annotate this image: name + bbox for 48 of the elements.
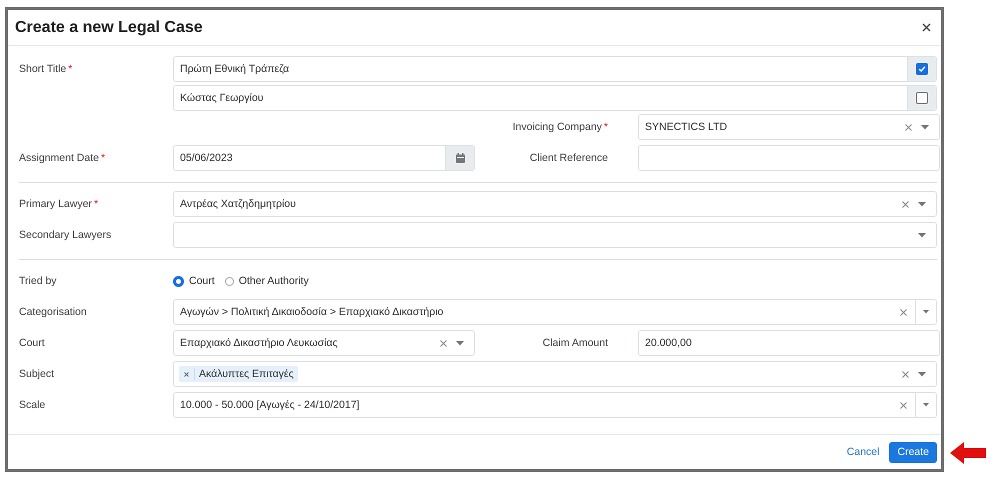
caret-icon[interactable] [923,310,929,314]
dialog-title: Create a new Legal Case [15,18,203,36]
date-field[interactable]: 05/06/2023 [173,145,475,171]
tag-chip[interactable]: Ακάλυπτες Επιταγές [179,366,298,382]
dropdown-field[interactable]: Αγωγών > Πολιτική Δικαιοδοσία > Επαρχιακό Δικαστήριο [173,299,937,325]
field-label: Client Reference [530,152,608,164]
text-field[interactable]: Πρώτη Εθνική Τράπεζα [173,56,937,82]
cancel-link[interactable]: Cancel [846,446,880,458]
field-label: Scale [19,399,46,411]
field-label: Categorisation [19,306,87,318]
close-icon[interactable] [922,23,931,32]
radio-option[interactable]: Other Authority [224,275,309,287]
text-field[interactable] [638,145,940,171]
field-label: Tried by [19,275,57,287]
clear-icon[interactable] [900,308,907,316]
caret-icon[interactable] [921,124,929,130]
caret-icon[interactable] [918,372,926,376]
dropdown-field[interactable]: SYNECTICS LTD [638,114,940,140]
field-label: Invoicing Company * [512,121,608,133]
create-button[interactable]: Create [889,442,937,462]
caret-icon[interactable] [456,340,464,346]
caret-icon[interactable] [923,403,929,407]
caret-icon[interactable] [918,232,926,238]
clear-icon[interactable] [902,370,909,378]
dropdown-field[interactable] [173,222,937,248]
field-label: Subject [19,368,54,380]
field-label: Court [19,337,45,349]
dropdown-field[interactable]: 10.000 - 50.000 [Αγωγές - 24/10/2017] [173,392,937,418]
dropdown-field[interactable]: Αντρέας Χατζηδημητρίου [173,191,937,217]
clear-icon[interactable] [900,402,907,408]
remove-icon[interactable] [184,372,189,376]
tag-select-field[interactable]: Ακάλυπτες Επιταγές [173,361,937,387]
text-field[interactable]: Κώστας Γεωργίου [173,85,937,111]
checkbox[interactable] [916,92,928,104]
checkbox[interactable] [916,63,928,75]
calendar-icon[interactable] [456,153,464,163]
dropdown-field[interactable]: Επαρχιακό Δικαστήριο Λευκωσίας [173,330,475,356]
field-label: Assignment Date * [19,152,106,164]
clear-icon[interactable] [902,200,909,208]
clear-icon[interactable] [905,124,912,130]
field-label: Primary Lawyer * [19,198,98,210]
radio-option[interactable]: Court [173,275,215,287]
field-label: Secondary Lawyers [19,229,112,241]
text-field[interactable]: 20.000,00 [638,330,940,356]
field-label: Claim Amount [542,337,608,349]
caret-icon[interactable] [918,202,926,206]
clear-icon[interactable] [440,340,447,346]
field-label: Short Title * [19,63,72,75]
